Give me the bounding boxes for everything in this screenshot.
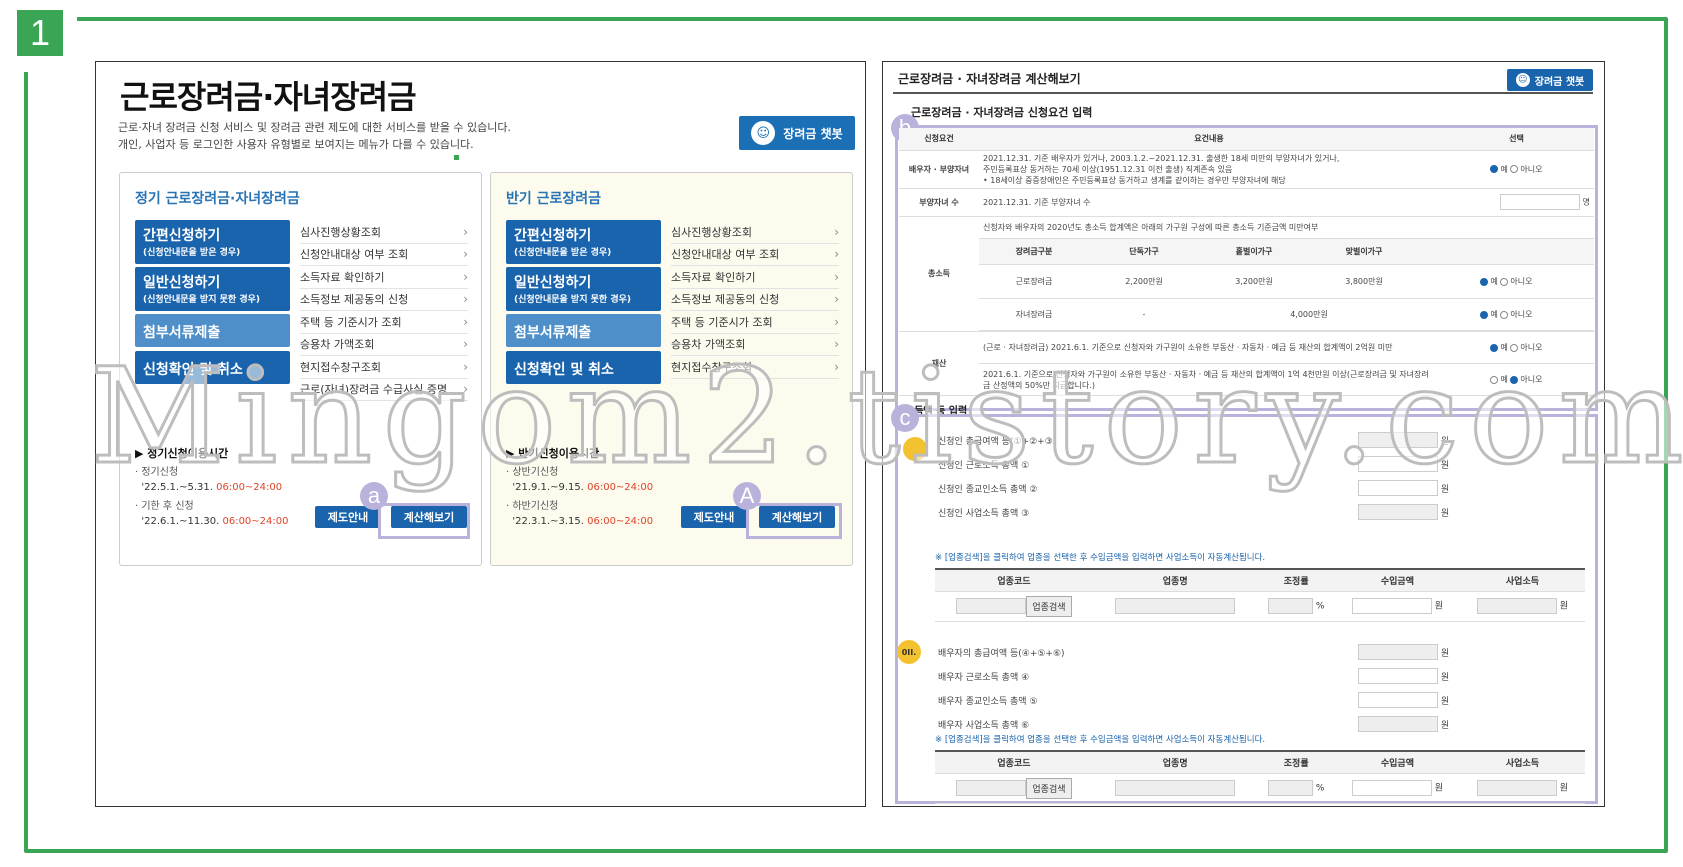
highlight-calc-1 (378, 503, 470, 539)
step-number-badge: 1 (17, 10, 63, 56)
revenue-input[interactable] (1351, 598, 1432, 614)
time-second-half: · 하반기신청 '22.3.1.~3.15. 06:00~24:00 (506, 501, 654, 527)
chevron-right-icon: › (834, 314, 839, 329)
dependent-count-input[interactable] (1500, 194, 1581, 210)
chevron-right-icon: › (463, 247, 468, 262)
link-item[interactable]: 소득자료 확인하기 › (300, 266, 468, 289)
chevron-right-icon: › (834, 269, 839, 284)
applicant-religious-input[interactable] (1358, 480, 1438, 496)
chatbot-icon: ☺ (1515, 73, 1530, 87)
link-item[interactable]: 소득정보 제공동의 신청 › (671, 289, 839, 311)
chevron-right-icon: › (463, 292, 468, 307)
simple-apply-button[interactable]: 간편신청하기 (신청안내문을 받은 경우) (506, 220, 661, 264)
applicant-icon (903, 437, 927, 461)
yes-radio[interactable] (1480, 310, 1489, 319)
industry-search-button[interactable]: 업종검색 (1026, 777, 1072, 799)
spouse-wage-input[interactable] (1358, 668, 1438, 684)
spouse-religious-input[interactable] (1358, 692, 1438, 708)
time-first-half: · 상반기신청 '21.9.1.~9.15. 06:00~24:00 (506, 467, 654, 493)
box-title: 정기 근로장려금·자녀장려금 (135, 191, 300, 207)
yes-radio[interactable] (1490, 343, 1499, 352)
simple-apply-button[interactable]: 간편신청하기 (신청안내문을 받은 경우) (135, 220, 290, 264)
yes-radio[interactable] (1490, 375, 1499, 384)
box-title: 반기 근로장려금 (506, 191, 602, 207)
requirements-table: 신청요건 요건내용 선택 배우자 · 부양자녀 2021.12.31. 기준 배… (899, 128, 1594, 396)
no-radio[interactable] (1510, 343, 1519, 352)
check-cancel-button[interactable]: 신청확인 및 취소 (135, 351, 290, 384)
left-screenshot-panel: 근로장려금·자녀장려금 근로·자녀 장려금 신청 서비스 및 장려금 관련 제도… (95, 61, 866, 807)
link-item[interactable]: 신청안내대상 여부 조회 › (300, 244, 468, 266)
link-item[interactable]: 심사진행상황조회 › (671, 221, 839, 244)
chevron-right-icon: › (463, 314, 468, 329)
link-item[interactable]: 근로(자녀)장려금 수급사실 증명 › (300, 379, 468, 401)
yes-radio[interactable] (1480, 277, 1489, 286)
link-list: 심사진행상황조회 › 신청안내대상 여부 조회 › 소득자료 확인하기 › 소득정보 … (300, 221, 468, 401)
spouse-total-input (1358, 644, 1438, 660)
requirements-subtitle: 근로장려금 · 자녀장려금 신청요건 입력 (911, 106, 1093, 119)
no-radio[interactable] (1510, 375, 1519, 384)
chevron-right-icon: › (834, 247, 839, 262)
applicant-business-input (1358, 504, 1438, 520)
badge-A: A (733, 482, 761, 510)
guide-button[interactable]: 제도안내 (681, 506, 747, 528)
no-radio[interactable] (1510, 165, 1519, 173)
badge-a: a (360, 482, 388, 510)
link-item[interactable]: 주택 등 기준시가 조회 › (671, 311, 839, 334)
no-radio[interactable] (1500, 277, 1509, 286)
applicant-total-input (1358, 432, 1438, 448)
chevron-right-icon: › (463, 269, 468, 284)
calculator-title: 근로장려금 · 자녀장려금 계산해보기 (898, 72, 1081, 86)
link-item[interactable]: 현지접수창구조회 › (300, 356, 468, 379)
general-apply-button[interactable]: 일반신청하기 (신청안내문을 받지 못한 경우) (135, 267, 290, 311)
link-list: 심사진행상황조회 › 신청안내대상 여부 조회 › 소득자료 확인하기 › 소득정보 … (671, 221, 839, 379)
chatbot-icon: ☺ (751, 121, 776, 145)
link-item[interactable]: 신청안내대상 여부 조회 › (671, 244, 839, 266)
time-late: · 기한 후 신청 '22.6.1.~11.30. 06:00~24:00 (135, 501, 289, 527)
general-apply-button[interactable]: 일반신청하기 (신청안내문을 받지 못한 경우) (506, 267, 661, 311)
link-item[interactable]: 소득자료 확인하기 › (671, 266, 839, 289)
chatbot-button[interactable]: ☺ 장려금 챗봇 (739, 116, 855, 150)
chevron-right-icon: › (834, 359, 839, 374)
time-title: ▶ 반기신청이용시간 (506, 447, 600, 460)
time-title: ▶ 정기신청이용시간 (135, 447, 229, 460)
business-note: ※ [업종검색]을 클릭하여 업종을 선택한 후 수입금액을 입력하면 사업소득… (935, 553, 1266, 563)
submit-documents-button[interactable]: 첨부서류제출 (135, 314, 290, 347)
check-cancel-button[interactable]: 신청확인 및 취소 (506, 351, 661, 384)
link-item[interactable]: 승용차 가액조회 › (300, 334, 468, 356)
page-description: 근로·자녀 장려금 신청 서비스 및 장려금 관련 제도에 대한 서비스를 받을… (118, 121, 512, 151)
income-criteria-table: 장려금구분 단독가구 홑벌이가구 맞벌이가구 근로장려금 2,200만원 3,200… (979, 238, 1594, 331)
badge-c: c (891, 404, 919, 432)
business-note: ※ [업종검색]을 클릭하여 업종을 선택한 후 수입금액을 입력하면 사업소득… (935, 735, 1266, 745)
link-item[interactable]: 주택 등 기준시가 조회 › (300, 311, 468, 334)
revenue-input[interactable] (1351, 780, 1432, 796)
industry-search-button[interactable]: 업종검색 (1026, 595, 1072, 617)
applicant-wage-input[interactable] (1358, 456, 1438, 472)
applicant-business-table: 업종코드 업종명 조정률 수입금액 사업소득 업종검색 % 원 원 (935, 568, 1585, 622)
highlight-calc-2 (746, 503, 842, 539)
spouse-icon: 0II. (897, 640, 921, 664)
chevron-right-icon: › (463, 359, 468, 374)
chevron-right-icon: › (834, 292, 839, 307)
chevron-right-icon: › (463, 337, 468, 352)
link-item[interactable]: 심사진행상황조회 › (300, 221, 468, 244)
link-item[interactable]: 현지접수창구조회 › (671, 356, 839, 379)
right-screenshot-panel: 근로장려금 · 자녀장려금 계산해보기 ☺ 장려금 챗봇 근로장려금 · 자녀장… (882, 61, 1605, 807)
time-regular: · 정기신청 '22.5.1.~5.31. 06:00~24:00 (135, 467, 283, 493)
link-item[interactable]: 소득정보 제공동의 신청 › (300, 289, 468, 311)
spouse-business-table: 업종코드 업종명 조정률 수입금액 사업소득 업종검색 % 원 원 (935, 750, 1585, 804)
yes-radio[interactable] (1490, 165, 1499, 173)
link-item[interactable]: 승용차 가액조회 › (671, 334, 839, 356)
page-title: 근로장려금·자녀장려금 (120, 78, 417, 116)
chevron-right-icon: › (834, 224, 839, 239)
no-radio[interactable] (1500, 310, 1509, 319)
chevron-right-icon: › (463, 224, 468, 239)
spouse-business-input (1358, 716, 1438, 732)
chatbot-button[interactable]: ☺ 장려금 챗봇 (1507, 69, 1593, 91)
submit-documents-button[interactable]: 첨부서류제출 (506, 314, 661, 347)
chevron-right-icon: › (463, 382, 468, 397)
chevron-right-icon: › (834, 337, 839, 352)
